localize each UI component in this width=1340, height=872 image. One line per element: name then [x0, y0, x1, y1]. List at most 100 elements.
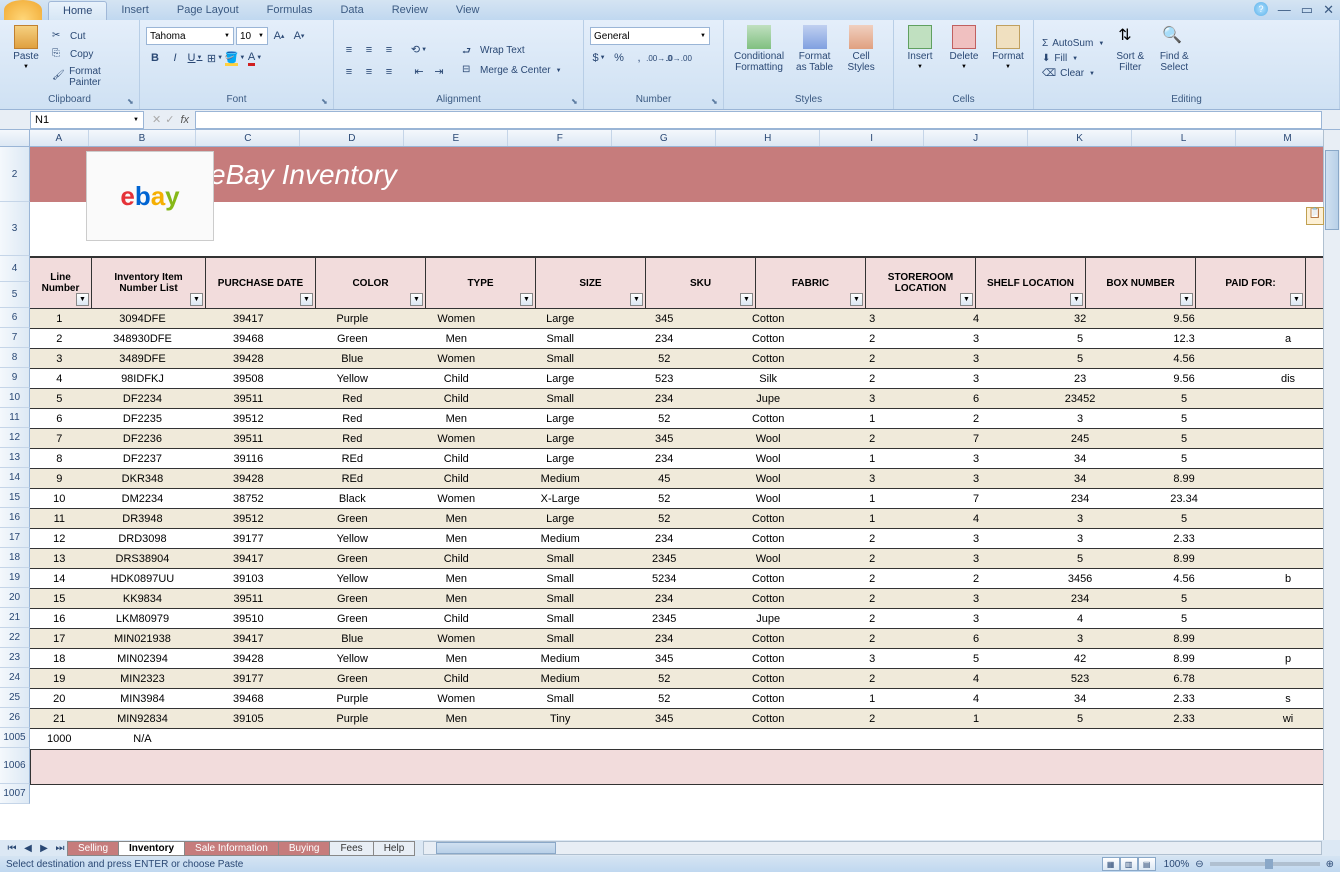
table-cell[interactable]: 1: [820, 449, 924, 468]
horizontal-scrollbar[interactable]: [423, 841, 1322, 855]
table-cell[interactable]: Small: [508, 569, 612, 588]
fx-icon[interactable]: fx: [180, 114, 189, 126]
cell-styles-button[interactable]: Cell Styles: [841, 23, 881, 94]
column-header-I[interactable]: I: [820, 130, 924, 146]
column-header-D[interactable]: D: [300, 130, 404, 146]
table-cell[interactable]: 39510: [196, 609, 300, 628]
table-cell[interactable]: Small: [508, 689, 612, 708]
table-cell[interactable]: Women: [404, 309, 508, 328]
table-cell[interactable]: 3: [1028, 529, 1132, 548]
vertical-scrollbar[interactable]: [1323, 130, 1340, 840]
table-cell[interactable]: 345: [612, 309, 716, 328]
paste-button[interactable]: Paste ▼: [6, 23, 46, 94]
table-cell[interactable]: Medium: [508, 529, 612, 548]
table-cell[interactable]: 39428: [196, 649, 300, 668]
table-cell[interactable]: LKM80979: [89, 609, 197, 628]
table-cell[interactable]: [404, 729, 508, 749]
table-cell[interactable]: 39468: [196, 329, 300, 348]
tab-nav-next[interactable]: ▶: [36, 843, 52, 854]
row-header[interactable]: 2: [0, 147, 30, 202]
table-cell[interactable]: Small: [508, 549, 612, 568]
table-cell[interactable]: 39428: [196, 469, 300, 488]
page-layout-view-button[interactable]: ▥: [1120, 857, 1138, 871]
table-cell[interactable]: [300, 729, 404, 749]
table-cell[interactable]: Blue: [300, 629, 404, 648]
wrap-text-button[interactable]: ⮐Wrap Text: [460, 43, 564, 59]
table-cell[interactable]: 21: [30, 709, 89, 728]
table-cell[interactable]: 45: [612, 469, 716, 488]
table-cell[interactable]: Child: [404, 449, 508, 468]
table-cell[interactable]: Small: [508, 389, 612, 408]
table-cell[interactable]: 5234: [612, 569, 716, 588]
table-cell[interactable]: Black: [300, 489, 404, 508]
table-cell[interactable]: DKR348: [89, 469, 197, 488]
table-cell[interactable]: 5: [1132, 589, 1236, 608]
table-cell[interactable]: Cotton: [716, 509, 820, 528]
format-as-table-button[interactable]: Format as Table: [792, 23, 837, 94]
table-cell[interactable]: Cotton: [716, 349, 820, 368]
ribbon-tab-home[interactable]: Home: [48, 1, 107, 20]
table-cell[interactable]: 42: [1028, 649, 1132, 668]
table-cell[interactable]: Medium: [508, 669, 612, 688]
table-cell[interactable]: 3: [820, 389, 924, 408]
table-cell[interactable]: 12.3: [1132, 329, 1236, 348]
clipboard-launcher[interactable]: ⬊: [127, 97, 137, 107]
filter-button[interactable]: ▼: [520, 293, 533, 306]
table-cell[interactable]: 5: [1028, 709, 1132, 728]
table-cell[interactable]: Green: [300, 589, 404, 608]
table-cell[interactable]: 5: [1132, 409, 1236, 428]
ribbon-tab-formulas[interactable]: Formulas: [253, 1, 327, 20]
table-cell[interactable]: 10: [30, 489, 89, 508]
table-cell[interactable]: 12: [30, 529, 89, 548]
tab-nav-prev[interactable]: ◀: [20, 843, 36, 854]
table-cell[interactable]: REd: [300, 469, 404, 488]
increase-indent-button[interactable]: ⇥: [430, 63, 448, 81]
table-cell[interactable]: Medium: [508, 469, 612, 488]
table-cell[interactable]: Wool: [716, 429, 820, 448]
table-cell[interactable]: 4: [924, 669, 1028, 688]
row-header[interactable]: 15: [0, 488, 30, 508]
table-cell[interactable]: DF2235: [89, 409, 197, 428]
table-cell[interactable]: 5: [1132, 389, 1236, 408]
decrease-indent-button[interactable]: ⇤: [410, 63, 428, 81]
table-cell[interactable]: Yellow: [300, 529, 404, 548]
table-cell[interactable]: 34: [1028, 689, 1132, 708]
alignment-launcher[interactable]: ⬊: [571, 97, 581, 107]
table-cell[interactable]: 3: [1028, 509, 1132, 528]
table-cell[interactable]: Small: [508, 349, 612, 368]
table-cell[interactable]: 39512: [196, 509, 300, 528]
find-select-button[interactable]: 🔍Find & Select: [1154, 23, 1194, 94]
table-cell[interactable]: Cotton: [716, 589, 820, 608]
table-cell[interactable]: 3: [924, 589, 1028, 608]
filter-button[interactable]: ▼: [1180, 293, 1193, 306]
table-cell[interactable]: 5: [30, 389, 89, 408]
table-cell[interactable]: 2345: [612, 609, 716, 628]
table-cell[interactable]: [924, 729, 1028, 749]
table-cell[interactable]: 6: [924, 629, 1028, 648]
row-header[interactable]: 12: [0, 428, 30, 448]
table-cell[interactable]: Red: [300, 409, 404, 428]
border-button[interactable]: ⊞▼: [206, 49, 224, 67]
row-header[interactable]: 23: [0, 648, 30, 668]
table-cell[interactable]: 52: [612, 349, 716, 368]
table-cell[interactable]: Large: [508, 509, 612, 528]
row-header[interactable]: 11: [0, 408, 30, 428]
filter-button[interactable]: ▼: [410, 293, 423, 306]
table-cell[interactable]: 345: [612, 709, 716, 728]
column-header-F[interactable]: F: [508, 130, 612, 146]
copy-button[interactable]: ⎘Copy: [50, 47, 133, 63]
table-cell[interactable]: 18: [30, 649, 89, 668]
align-center-button[interactable]: ≡: [360, 63, 378, 81]
table-cell[interactable]: 39428: [196, 349, 300, 368]
table-cell[interactable]: 2: [924, 409, 1028, 428]
filter-button[interactable]: ▼: [630, 293, 643, 306]
table-cell[interactable]: 3: [924, 609, 1028, 628]
table-cell[interactable]: 234: [612, 629, 716, 648]
table-cell[interactable]: 38752: [196, 489, 300, 508]
merge-center-button[interactable]: ⊟Merge & Center▼: [460, 63, 564, 79]
cut-button[interactable]: ✂Cut: [50, 29, 133, 45]
table-cell[interactable]: REd: [300, 449, 404, 468]
table-cell[interactable]: Child: [404, 369, 508, 388]
table-cell[interactable]: 39103: [196, 569, 300, 588]
table-cell[interactable]: 234: [612, 329, 716, 348]
